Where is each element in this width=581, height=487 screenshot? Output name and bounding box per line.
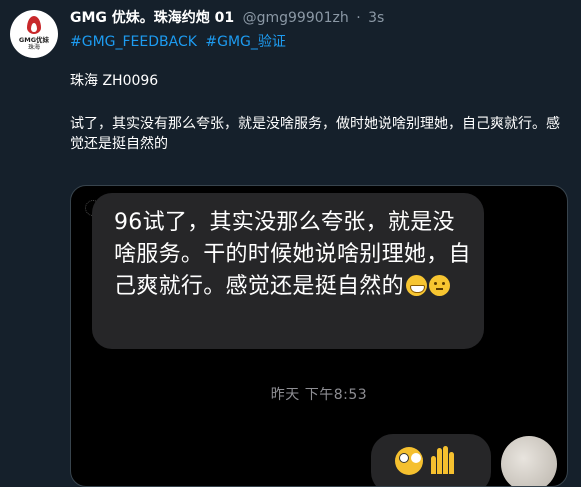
- tweet-location-line: 珠海 ZH0096: [70, 73, 159, 89]
- hashtag-link[interactable]: #GMG_验证: [205, 34, 286, 50]
- tweet[interactable]: GMG优妹 珠海 GMG 优妹。珠海约炮 01 @gmg99901zh · 3s…: [0, 0, 581, 487]
- chat-message-text: 96试了，其实没那么夸张，就是没啥服务。干的时候她说啥别理她，自己爽就行。感觉还…: [114, 207, 476, 303]
- user-handle[interactable]: @gmg99901zh: [243, 10, 349, 26]
- display-name[interactable]: GMG 优妹。珠海约炮 01: [70, 10, 234, 26]
- chat-timestamp: 昨天 下午8:53: [270, 387, 368, 403]
- separator-dot: ·: [356, 10, 361, 26]
- profile-avatar[interactable]: GMG优妹 珠海: [10, 10, 58, 58]
- grinning-face-icon: [405, 275, 427, 296]
- thinking-face-icon: [428, 275, 450, 296]
- hashtag-list: #GMG_FEEDBACK #GMG_验证: [70, 33, 290, 51]
- chat-message-bubble: 96试了，其实没那么夸张，就是没啥服务。干的时候她说啥别理她，自己爽就行。感觉还…: [92, 193, 484, 349]
- tweet-body-text: 试了，其实没有那么夸张，就是没啥服务，做时她说啥别理她，自己爽就行。感觉还是挺自…: [70, 116, 560, 152]
- tweet-header: GMG 优妹。珠海约炮 01 @gmg99901zh · 3s: [70, 9, 384, 27]
- tweet-media-image[interactable]: 96试了，其实没那么夸张，就是没啥服务。干的时候她说啥别理她，自己爽就行。感觉还…: [70, 185, 568, 487]
- wide-eyed-face-icon: [395, 447, 423, 475]
- tweet-time[interactable]: 3s: [368, 10, 384, 26]
- avatar-brand-text: GMG优妹: [18, 36, 50, 44]
- avatar-brand-subtext: 珠海: [27, 44, 40, 51]
- chat-avatar: [501, 436, 557, 486]
- flame-logo-icon: [27, 16, 41, 34]
- hashtag-link[interactable]: #GMG_FEEDBACK: [70, 34, 197, 50]
- reply-message-bubble: [371, 434, 491, 486]
- hand-icon: [431, 444, 457, 474]
